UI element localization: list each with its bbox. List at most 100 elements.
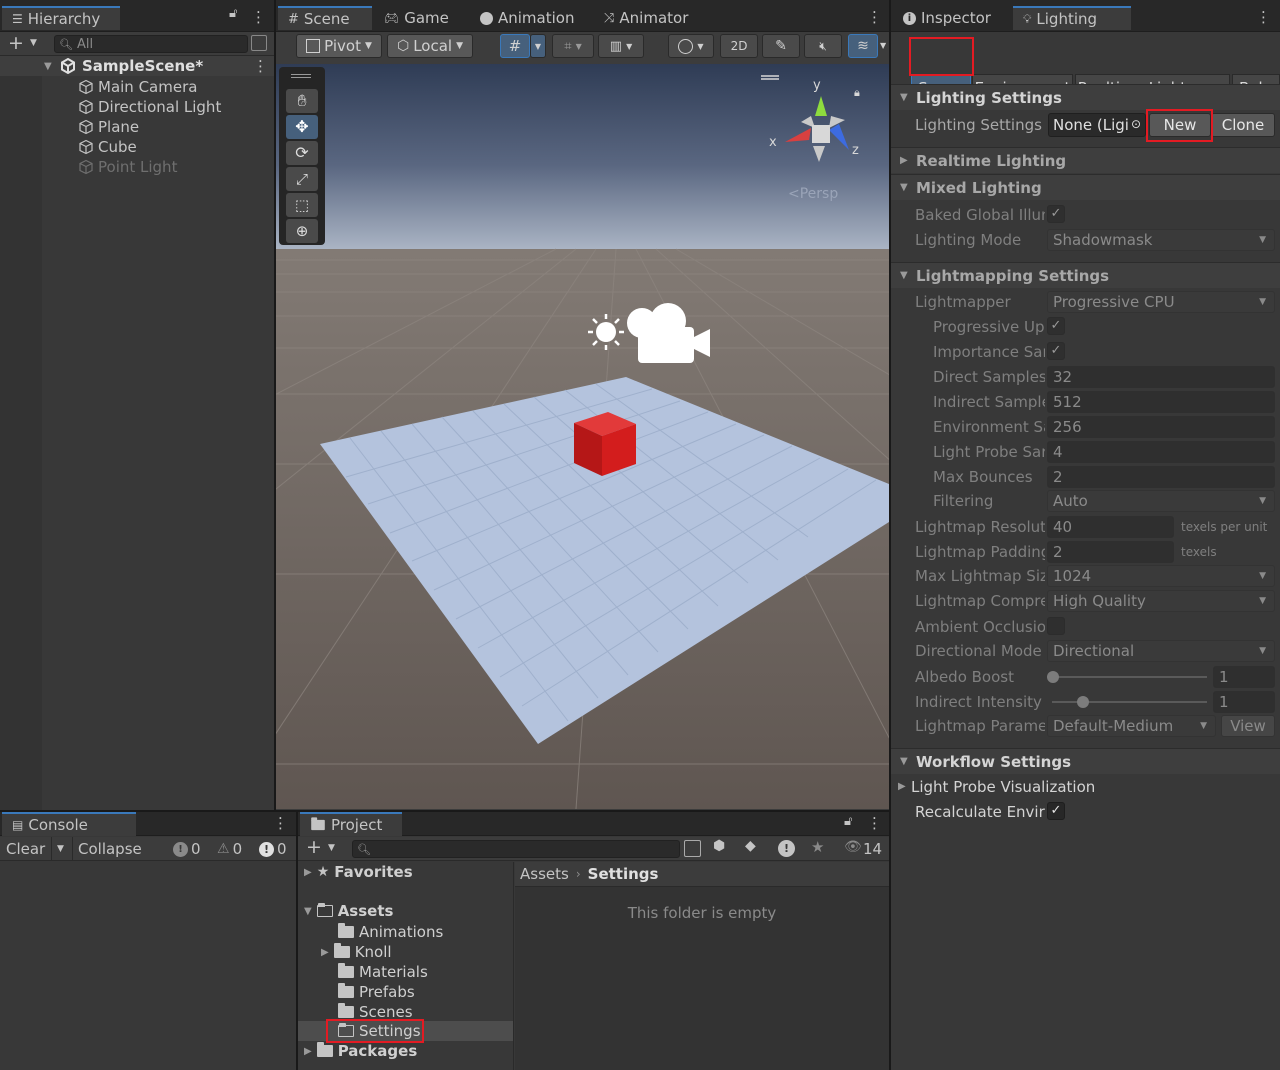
error-filter-button[interactable]: ! 0: [254, 837, 292, 861]
rotate-tool-button[interactable]: ⟳: [286, 141, 318, 165]
baked-gi-checkbox[interactable]: ✓: [1047, 205, 1065, 223]
object-picker-icon[interactable]: ⊙: [1131, 117, 1141, 131]
chevron-down-icon[interactable]: ▼: [30, 38, 37, 48]
lightmap-padding-field[interactable]: 2: [1047, 541, 1174, 563]
add-icon[interactable]: +: [306, 836, 322, 858]
rect-tool-button[interactable]: ⬚: [286, 193, 318, 217]
folder-row-selected[interactable]: Settings: [338, 1021, 421, 1041]
light-probe-viz-row[interactable]: ▶ Light Probe Visualization: [891, 775, 1280, 799]
lighting-toggle-button[interactable]: ✎: [762, 34, 800, 58]
tab-project[interactable]: Project: [300, 812, 402, 836]
lightmap-parameters-dropdown[interactable]: Default-Medium ▼: [1047, 715, 1216, 737]
new-lighting-settings-button[interactable]: New: [1149, 113, 1211, 137]
scene-more-icon[interactable]: ⋮: [253, 57, 268, 75]
tab-animator[interactable]: ⤨ Animator: [594, 6, 698, 30]
collapse-button[interactable]: Collapse: [72, 837, 147, 861]
lock-icon[interactable]: 🔓︎: [229, 6, 237, 21]
lightmap-compression-dropdown[interactable]: High Quality ▼: [1047, 590, 1275, 612]
lightmapper-dropdown[interactable]: Progressive CPU ▼: [1047, 291, 1275, 313]
hierarchy-item[interactable]: Plane: [0, 117, 274, 137]
search-by-type-icon[interactable]: [684, 840, 701, 857]
increment-snap-button[interactable]: ⌗ ▼: [552, 34, 594, 58]
environment-samples-field[interactable]: 256: [1047, 416, 1275, 438]
indirect-intensity-slider-track[interactable]: [1052, 701, 1207, 703]
search-options-icon[interactable]: [251, 35, 267, 51]
transform-tool-button[interactable]: ⊕: [286, 219, 318, 243]
hierarchy-item[interactable]: Main Camera: [0, 77, 274, 97]
more-options-icon[interactable]: ⋮: [867, 8, 882, 26]
lighting-mode-dropdown[interactable]: Shadowmask ▼: [1047, 229, 1275, 251]
scale-tool-button[interactable]: ⤢: [286, 167, 318, 191]
albedo-boost-slider-track[interactable]: [1052, 676, 1207, 678]
tab-scene[interactable]: # Scene: [278, 6, 372, 30]
clone-lighting-settings-button[interactable]: Clone: [1211, 113, 1275, 137]
tab-lighting[interactable]: 💡︎ Lighting: [1013, 6, 1131, 30]
project-search-input[interactable]: 🔍︎: [352, 840, 680, 858]
log-filter-button[interactable]: ! 0: [168, 837, 206, 861]
filter-by-log-icon[interactable]: !: [778, 840, 795, 857]
folder-row[interactable]: Materials: [338, 962, 428, 982]
palette-drag-handle[interactable]: [291, 74, 311, 78]
direct-samples-field[interactable]: 32: [1047, 366, 1275, 388]
more-options-icon[interactable]: ⋮: [867, 814, 882, 832]
folder-row[interactable]: Animations: [338, 922, 443, 942]
move-tool-button[interactable]: ✥: [286, 115, 318, 139]
effects-toggle-button[interactable]: ≋: [848, 34, 878, 58]
ambient-occlusion-checkbox[interactable]: [1047, 617, 1065, 635]
section-workflow-settings[interactable]: ▼ Workflow Settings: [891, 748, 1280, 774]
scene-root-row[interactable]: ▼ SampleScene* ⋮: [0, 56, 274, 76]
chevron-down-icon[interactable]: ▼: [328, 843, 335, 853]
indirect-intensity-slider-knob[interactable]: [1077, 696, 1089, 708]
favorites-row[interactable]: ▶ ★ Favorites: [304, 862, 413, 882]
hand-tool-button[interactable]: ✋︎: [286, 89, 318, 113]
filter-by-type-icon[interactable]: ⬢: [713, 838, 725, 854]
clear-button[interactable]: Clear: [1, 837, 50, 861]
tab-animation[interactable]: Animation: [470, 6, 584, 30]
tab-game[interactable]: 🎮︎ Game: [374, 6, 459, 30]
max-bounces-field[interactable]: 2: [1047, 466, 1275, 488]
indirect-intensity-field[interactable]: 1: [1213, 691, 1275, 713]
more-options-icon[interactable]: ⋮: [273, 814, 288, 832]
section-realtime-lighting[interactable]: ▶ Realtime Lighting: [891, 147, 1280, 173]
filtering-dropdown[interactable]: Auto ▼: [1047, 490, 1275, 512]
2d-toggle-button[interactable]: 2D: [720, 34, 758, 58]
section-lighting-settings[interactable]: ▼ Lighting Settings: [891, 84, 1280, 110]
hierarchy-item[interactable]: Directional Light: [0, 97, 274, 117]
pivot-dropdown[interactable]: Pivot ▼: [296, 34, 382, 58]
warning-filter-button[interactable]: ⚠ 0: [212, 837, 247, 861]
favorites-star-icon[interactable]: ★: [811, 838, 824, 856]
lightmap-resolution-field[interactable]: 40: [1047, 516, 1174, 538]
more-options-icon[interactable]: ⋮: [251, 8, 266, 26]
grid-snap-menu[interactable]: ▼: [530, 34, 546, 58]
tab-inspector[interactable]: i Inspector: [893, 6, 1001, 30]
more-options-icon[interactable]: ⋮: [1256, 8, 1271, 26]
local-dropdown[interactable]: ⬡ Local ▼: [387, 34, 473, 58]
breadcrumb-item-current[interactable]: Settings: [588, 865, 659, 883]
tab-console[interactable]: ▤ Console: [2, 812, 136, 836]
hierarchy-search-input[interactable]: 🔍︎ All: [54, 35, 248, 53]
importance-sampling-checkbox[interactable]: ✓: [1047, 342, 1065, 360]
lightmap-parameters-view-button[interactable]: View: [1221, 715, 1275, 737]
grid-snap-button[interactable]: #: [500, 34, 530, 58]
assets-row[interactable]: ▼ Assets: [304, 901, 393, 921]
filter-by-label-icon[interactable]: ◆: [745, 838, 756, 854]
lighting-settings-asset-field[interactable]: None (Ligi ⊙: [1048, 113, 1146, 137]
folder-row[interactable]: Scenes: [338, 1002, 413, 1022]
progressive-updates-checkbox[interactable]: ✓: [1047, 317, 1065, 335]
hierarchy-item-disabled[interactable]: Point Light: [0, 157, 274, 177]
section-mixed-lighting[interactable]: ▼ Mixed Lighting: [891, 174, 1280, 200]
tab-hierarchy[interactable]: ☰ Hierarchy: [2, 6, 120, 30]
scene-viewport[interactable]: y x z <Persp 🔒︎ ✋︎ ✥ ⟳ ⤢ ⬚ ⊕: [276, 64, 889, 809]
section-lightmapping-settings[interactable]: ▼ Lightmapping Settings: [891, 262, 1280, 288]
hierarchy-item[interactable]: Cube: [0, 137, 274, 157]
chevron-down-icon[interactable]: ▼: [880, 41, 886, 50]
folder-row[interactable]: Prefabs: [338, 982, 415, 1002]
render-paths-button[interactable]: ▥ ▼: [598, 34, 644, 58]
max-lightmap-size-dropdown[interactable]: 1024 ▼: [1047, 565, 1275, 587]
folder-row[interactable]: ▶ Knoll: [321, 942, 392, 962]
draw-mode-button[interactable]: ▼: [668, 34, 714, 58]
recalculate-env-checkbox[interactable]: ✓: [1047, 802, 1065, 820]
albedo-boost-slider-knob[interactable]: [1047, 671, 1059, 683]
directional-mode-dropdown[interactable]: Directional ▼: [1047, 640, 1275, 662]
add-icon[interactable]: +: [8, 32, 24, 54]
